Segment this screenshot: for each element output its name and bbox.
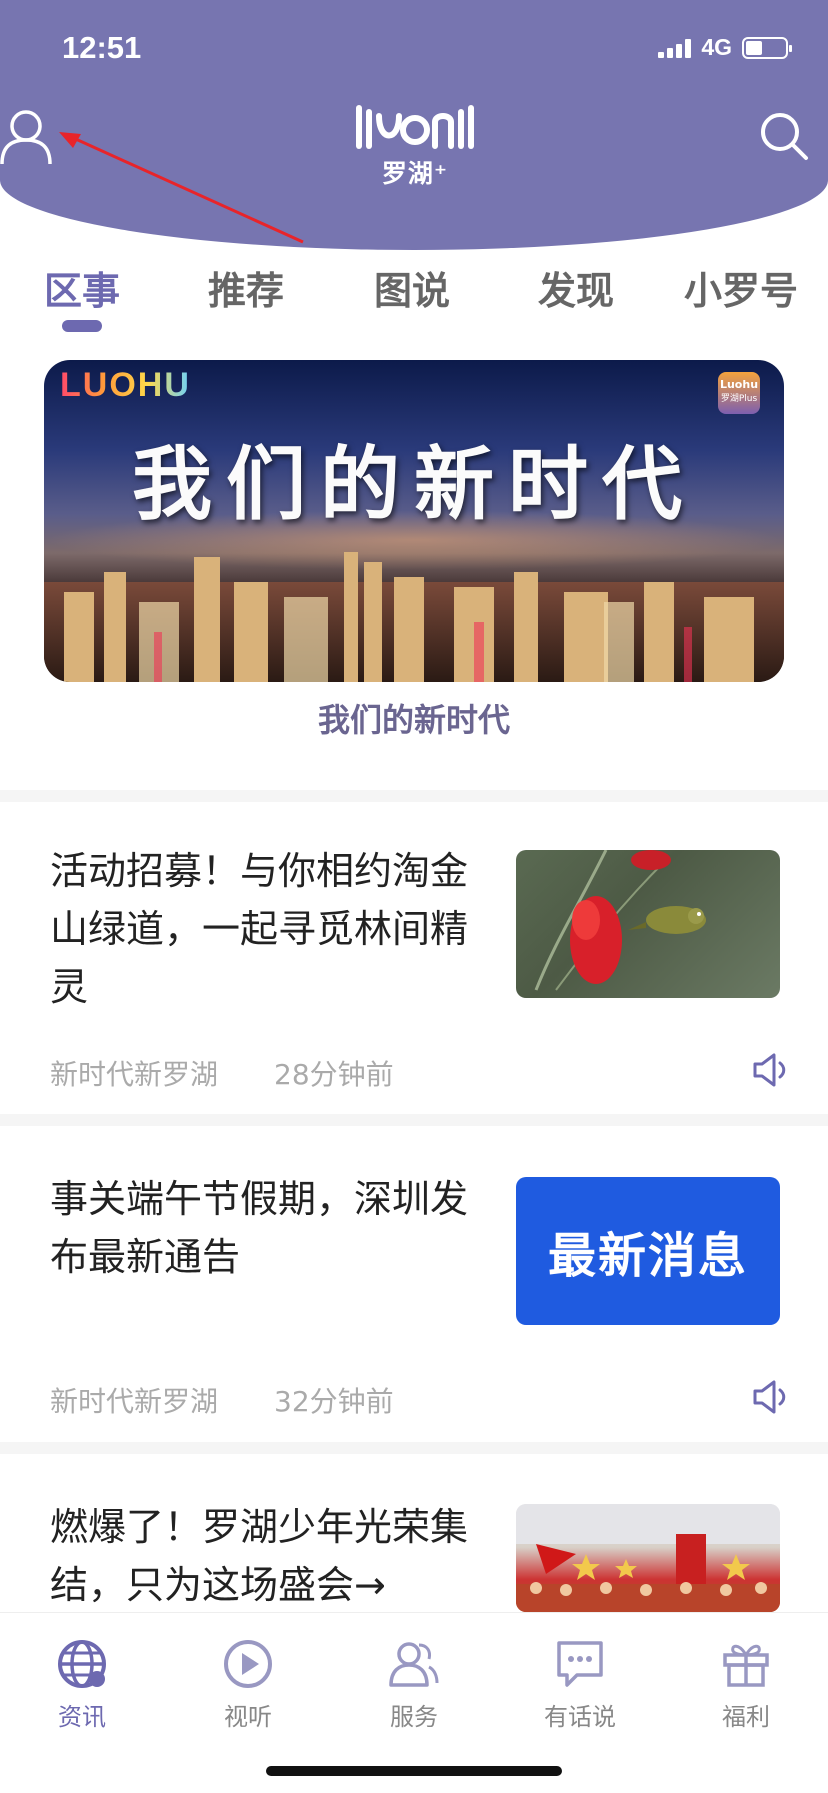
battery-icon: [742, 36, 792, 59]
play-icon: [224, 1640, 272, 1688]
speaker-icon[interactable]: [752, 1379, 792, 1415]
section-divider: [0, 1442, 828, 1454]
section-divider: [0, 1114, 828, 1126]
article-time: 28分钟前: [274, 1058, 394, 1091]
section-divider: [0, 790, 828, 802]
article-time: 32分钟前: [274, 1385, 394, 1418]
chat-icon: [557, 1641, 603, 1687]
bird-on-flower-image: [534, 850, 706, 991]
gift-icon: [723, 1644, 769, 1687]
nav-services[interactable]: 服务: [364, 1623, 464, 1732]
nav-label: 视听: [224, 1703, 272, 1731]
article-source: 新时代新罗湖: [50, 1385, 219, 1418]
network-type: 4G: [701, 34, 732, 60]
app-logo: 罗湖⁺: [353, 102, 477, 190]
people-icon: [389, 1642, 439, 1687]
home-indicator: [266, 1766, 562, 1776]
thumbnail-text: 最新消息: [547, 1228, 748, 1284]
search-icon[interactable]: [758, 110, 810, 162]
banner-badge: Luohu 罗湖Plus: [718, 372, 760, 414]
nav-label: 服务: [390, 1703, 438, 1731]
globe-icon: [58, 1640, 106, 1688]
nav-comments[interactable]: 有话说: [530, 1623, 630, 1732]
tab-quishi[interactable]: 区事: [44, 260, 120, 315]
nav-label: 资讯: [58, 1703, 106, 1731]
logo-mark-icon: [356, 105, 474, 149]
banner-carousel[interactable]: LUOHU Luohu 罗湖Plus 我们的新时代: [44, 360, 784, 682]
tab-picture[interactable]: 图说: [374, 260, 450, 315]
article-title[interactable]: 燃爆了！罗湖少年光荣集结，只为这场盛会→: [50, 1498, 470, 1614]
tab-xiaoluohao[interactable]: 小罗号: [684, 260, 798, 315]
event-crowd-image: [516, 1504, 780, 1612]
signal-icon: [658, 38, 692, 58]
nav-news[interactable]: 资讯: [32, 1623, 132, 1732]
category-tabs: 区事 推荐 图说 发现 小罗号: [0, 260, 828, 313]
annotation-arrow: [59, 132, 304, 244]
article-thumbnail[interactable]: [516, 1504, 780, 1612]
banner-title: 我们的新时代: [132, 437, 696, 531]
banner-caption[interactable]: 我们的新时代: [0, 695, 828, 741]
nav-media[interactable]: 视听: [198, 1623, 298, 1732]
user-profile-icon[interactable]: [0, 108, 52, 168]
tab-discover[interactable]: 发现: [538, 260, 614, 315]
tab-recommend[interactable]: 推荐: [208, 260, 284, 315]
nav-label: 有话说: [544, 1703, 616, 1731]
article-source: 新时代新罗湖: [50, 1058, 219, 1091]
status-time: 12:51: [62, 30, 142, 65]
logo-text: 罗湖⁺: [381, 159, 449, 188]
city-skyline-image: [44, 552, 784, 682]
speaker-icon[interactable]: [752, 1052, 792, 1088]
nav-benefits[interactable]: 福利: [696, 1623, 796, 1732]
article-title[interactable]: 事关端午节假期，深圳发布最新通告: [50, 1170, 470, 1286]
article-thumbnail[interactable]: [516, 850, 780, 998]
active-tab-indicator: [62, 320, 102, 332]
article-title[interactable]: 活动招募！与你相约淘金山绿道，一起寻觅林间精灵: [50, 842, 470, 1016]
banner-brand-logo: LUOHU: [60, 366, 191, 404]
article-thumbnail[interactable]: 最新消息: [516, 1177, 780, 1325]
nav-label: 福利: [722, 1703, 770, 1731]
status-icons: 4G: [658, 34, 792, 61]
